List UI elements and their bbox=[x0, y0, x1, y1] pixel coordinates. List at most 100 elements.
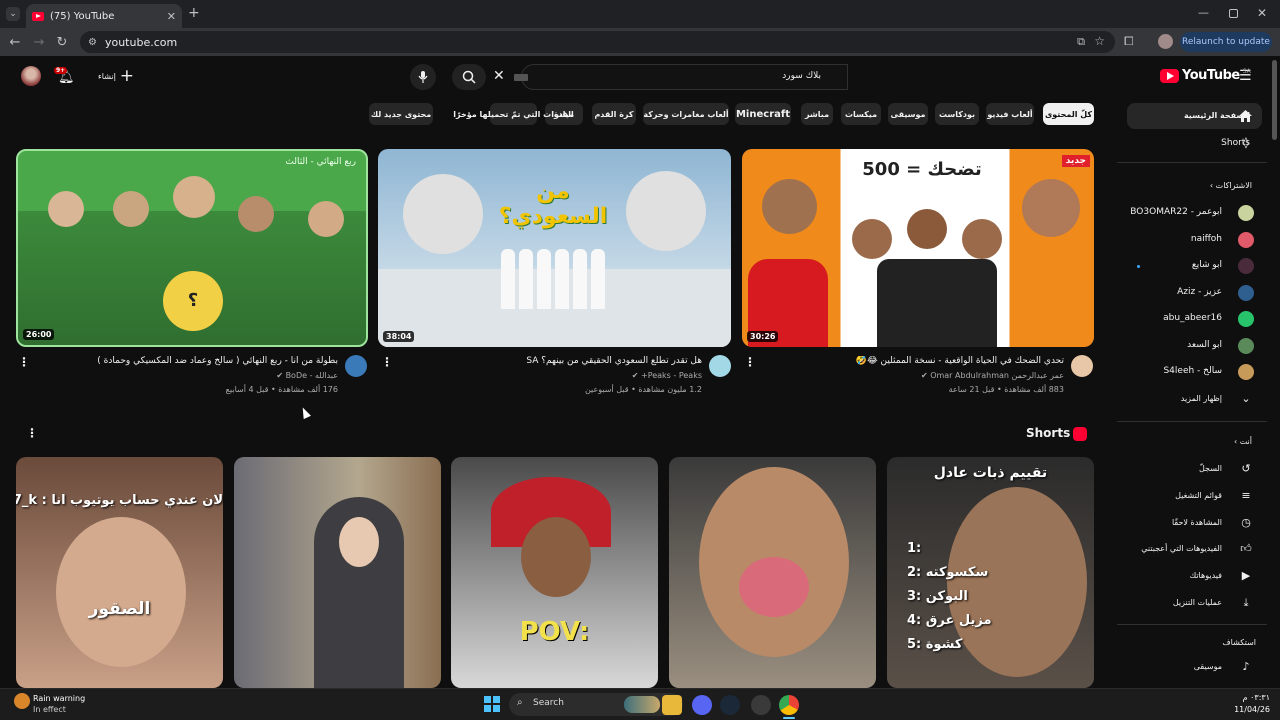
channel-name[interactable]: Peaks - Peaks+ ✔ bbox=[420, 371, 702, 380]
chip[interactable]: Minecraft bbox=[735, 103, 791, 125]
short-card[interactable]: تقييم ذبات عادل 1: 2: سكسوكته 3: البوكن 4: … bbox=[887, 457, 1094, 688]
home-icon bbox=[1239, 110, 1252, 122]
steam-icon[interactable] bbox=[720, 695, 740, 715]
weather-title[interactable]: Rain warning bbox=[33, 694, 85, 703]
window-close-button[interactable]: ✕ bbox=[1257, 6, 1267, 20]
create-button[interactable]: إنشاء + bbox=[98, 68, 134, 85]
search-button[interactable] bbox=[452, 64, 486, 90]
search-value: بلاك سورد bbox=[782, 71, 821, 81]
video-menu-icon[interactable]: ⋮ bbox=[744, 355, 756, 369]
chevron-down-icon: ⌄ bbox=[1241, 392, 1251, 405]
video-thumbnail[interactable]: تضحك = 500 جديد 30:26 bbox=[742, 149, 1094, 347]
start-icon[interactable] bbox=[484, 696, 500, 712]
you-item[interactable]: قوائم التشغيل bbox=[1175, 491, 1222, 500]
subscription-item[interactable]: ابو السعد bbox=[1187, 340, 1222, 350]
account-avatar[interactable] bbox=[21, 66, 41, 86]
video-thumbnail[interactable]: ؟ ربع النهائي - الثالث 26:00 bbox=[16, 149, 368, 347]
subscription-item[interactable]: ابوعمر - BO3OMAR22 bbox=[1130, 207, 1222, 217]
shorts-menu-icon[interactable]: ⋮ bbox=[26, 426, 38, 440]
short-list-item: 3: البوكن bbox=[907, 589, 968, 604]
voice-search-button[interactable] bbox=[410, 64, 436, 90]
chrome-icon[interactable] bbox=[779, 695, 799, 715]
short-caption: الصقور bbox=[88, 599, 151, 619]
app-icon[interactable] bbox=[751, 695, 771, 715]
you-item[interactable]: المشاهدة لاحقًا bbox=[1172, 518, 1222, 527]
sidebar-item-music[interactable]: موسيقى bbox=[1194, 662, 1222, 671]
you-item[interactable]: السجلّ bbox=[1199, 464, 1222, 473]
channel-name-text: عمر عبدالرحمن Omar Abdulrahman bbox=[930, 371, 1064, 380]
clear-search-icon[interactable]: ✕ bbox=[493, 68, 505, 84]
video-menu-icon[interactable]: ⋮ bbox=[381, 355, 393, 369]
chip[interactable]: مباشر bbox=[801, 103, 833, 125]
short-card[interactable]: لان عندي حساب يوتيوب انا : Q7_k الصقور bbox=[16, 457, 223, 688]
channel-avatar[interactable] bbox=[709, 355, 731, 377]
video-title[interactable]: تحدي الضحك في الحياة الواقعية - نسخة الم… bbox=[760, 356, 1064, 366]
you-item[interactable]: فيديوهاتك bbox=[1190, 571, 1222, 580]
reload-button[interactable]: ↻ bbox=[50, 30, 74, 54]
chip[interactable]: كلّ المحتوى bbox=[1043, 103, 1094, 125]
active-app-indicator bbox=[783, 717, 795, 719]
taskbar-search[interactable]: ⌕ Search bbox=[509, 693, 683, 716]
you-item[interactable]: الفيديوهات التي أعجبتني bbox=[1141, 544, 1222, 553]
subscription-item[interactable]: abu_abeer16 bbox=[1163, 313, 1222, 323]
tab-youtube[interactable]: (75) YouTube ✕ bbox=[26, 4, 182, 28]
channel-name[interactable]: عمر عبدالرحمن Omar Abdulrahman ✔ bbox=[760, 371, 1064, 380]
video-title[interactable]: هل تقدر تطلع السعودي الحقيقي من بينهم؟ S… bbox=[420, 356, 702, 366]
video-menu-icon[interactable]: ⋮ bbox=[18, 355, 30, 369]
clock-time[interactable]: ٠٣:٣١ م bbox=[1226, 693, 1270, 702]
show-more-button[interactable]: إظهار المزيد bbox=[1181, 394, 1222, 403]
music-icon: ♪ bbox=[1242, 660, 1250, 673]
short-card[interactable] bbox=[669, 457, 876, 688]
chip[interactable]: بودكاست bbox=[935, 103, 979, 125]
subscriptions-heading[interactable]: الاشتراكات › bbox=[1210, 181, 1252, 190]
install-app-icon[interactable]: ⧉ bbox=[1077, 35, 1085, 49]
chip[interactable]: القنوات التي تمّ تحميلها مؤخرًا bbox=[453, 103, 574, 125]
new-tab-button[interactable]: + bbox=[188, 5, 200, 21]
chip[interactable]: موسيقى bbox=[888, 103, 928, 125]
relaunch-button[interactable]: Relaunch to update bbox=[1180, 32, 1272, 52]
subscription-item[interactable]: naiffoh bbox=[1191, 234, 1222, 244]
tab-close-icon[interactable]: ✕ bbox=[167, 10, 176, 23]
short-card[interactable] bbox=[234, 457, 441, 688]
verified-icon: ✔ bbox=[276, 371, 284, 380]
chip[interactable]: ميكسات bbox=[841, 103, 881, 125]
address-bar[interactable]: ⚙ youtube.com ⧉ ☆ bbox=[80, 31, 1115, 53]
youtube-logo[interactable]: YouTube SA bbox=[1160, 68, 1251, 83]
chip[interactable]: كرة القدم bbox=[592, 103, 636, 125]
page-scrollbar[interactable] bbox=[1272, 60, 1277, 140]
restore-button[interactable] bbox=[1229, 9, 1238, 18]
chip[interactable]: ألعاب فيديو bbox=[986, 103, 1034, 125]
shorts-logo-icon bbox=[1073, 427, 1087, 441]
channel-name[interactable]: عبدالله - BoDe ✔ bbox=[60, 371, 338, 380]
bookmark-star-icon[interactable]: ☆ bbox=[1094, 34, 1105, 48]
thumbnail-overlay-text: تضحك = 500 bbox=[862, 159, 982, 180]
you-heading[interactable]: أنت › bbox=[1234, 437, 1252, 446]
back-button[interactable]: ← bbox=[3, 30, 27, 54]
keyboard-icon[interactable] bbox=[514, 74, 528, 81]
subscription-item[interactable]: ابو شايع bbox=[1192, 260, 1222, 270]
you-item[interactable]: عمليات التنزيل bbox=[1173, 598, 1222, 607]
youtube-logo-icon bbox=[1160, 68, 1179, 83]
search-input[interactable]: بلاك سورد bbox=[514, 64, 848, 90]
profile-avatar[interactable] bbox=[1158, 34, 1173, 49]
video-title[interactable]: بطولة من انا - ربع النهائي ( سالخ وعماد … bbox=[60, 356, 338, 366]
tab-search-button[interactable]: ⌄ bbox=[6, 7, 20, 21]
channel-avatar[interactable] bbox=[345, 355, 367, 377]
file-explorer-icon[interactable] bbox=[662, 695, 682, 715]
thumbnail-overlay-text: من السعودي؟ bbox=[498, 179, 608, 229]
short-card[interactable]: POV: bbox=[451, 457, 658, 688]
subscription-item[interactable]: سالخ - S4leeh bbox=[1163, 366, 1222, 376]
notifications-button[interactable]: 🔔︎ 9+ bbox=[54, 67, 76, 85]
video-duration: 38:04 bbox=[383, 331, 415, 342]
clock-date[interactable]: 11/04/26 bbox=[1226, 705, 1270, 714]
channel-avatar[interactable] bbox=[1071, 355, 1093, 377]
extensions-icon[interactable]: ⧠ bbox=[1124, 34, 1134, 49]
site-info-icon[interactable]: ⚙ bbox=[88, 37, 97, 48]
discord-icon[interactable] bbox=[692, 695, 712, 715]
chip[interactable]: محتوى جديد لك bbox=[369, 103, 433, 125]
chip[interactable]: ألعاب مغامرات وحركة bbox=[643, 103, 729, 125]
subscription-item[interactable]: عزيز - Aziz bbox=[1177, 287, 1222, 297]
video-thumbnail[interactable]: من السعودي؟ 38:04 bbox=[378, 149, 731, 347]
minimize-button[interactable]: — bbox=[1198, 6, 1209, 19]
forward-button[interactable]: → bbox=[27, 30, 51, 54]
